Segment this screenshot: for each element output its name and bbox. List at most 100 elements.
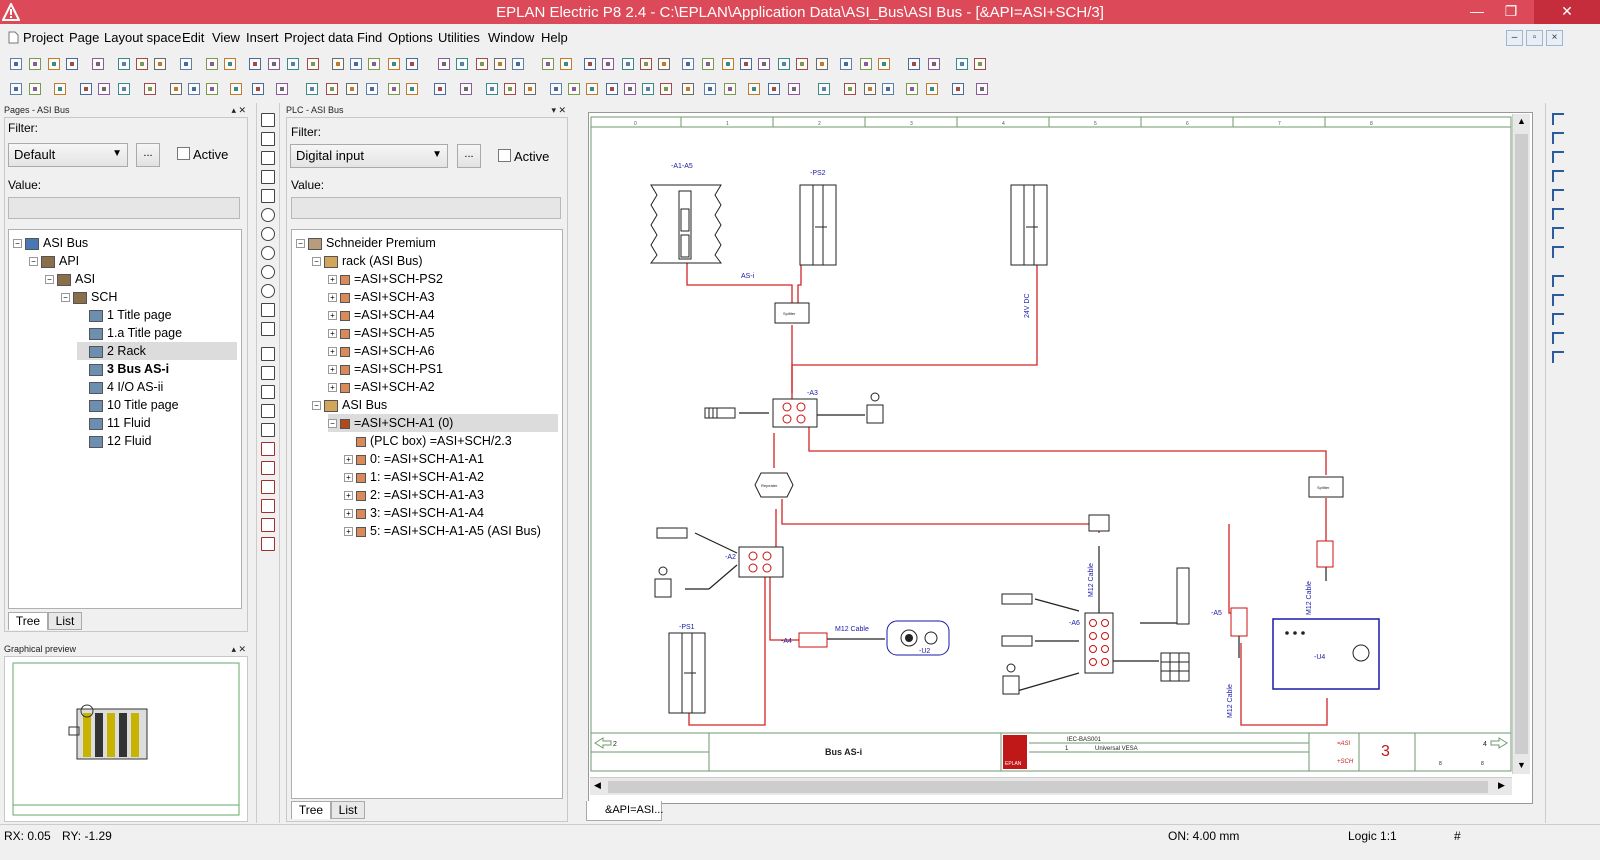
pages-active-checkbox[interactable] (177, 147, 190, 160)
toolbar-button[interactable] (814, 56, 830, 72)
pages-filter-dots-button[interactable]: ... (136, 143, 160, 167)
pages-tree-item[interactable]: − API (29, 252, 79, 270)
toolbar-button[interactable] (926, 56, 942, 72)
toolbar-button[interactable] (640, 81, 656, 97)
toolbar-button[interactable] (566, 81, 582, 97)
toolbar-button[interactable] (766, 81, 782, 97)
plc-tree-item[interactable]: +3: =ASI+SCH-A1-A4 (344, 504, 484, 522)
tab-pages-tree[interactable]: Tree (8, 612, 48, 630)
scroll-down-icon[interactable]: ▼ (1517, 760, 1526, 770)
toolbar-button[interactable] (548, 81, 564, 97)
toolbar-button[interactable] (540, 56, 556, 72)
toolbar-button[interactable] (622, 81, 638, 97)
menu-page[interactable]: Page (69, 30, 99, 45)
toolbar-button[interactable] (658, 81, 674, 97)
toolbar-button[interactable] (858, 56, 874, 72)
toolbar-button[interactable] (746, 81, 762, 97)
pages-tree-item[interactable]: − SCH (61, 288, 117, 306)
plc-active-checkbox[interactable] (498, 149, 511, 162)
toolbar-button[interactable] (502, 81, 518, 97)
expand-icon[interactable]: + (328, 365, 337, 375)
device-ps2[interactable] (799, 184, 837, 266)
menu-insert[interactable]: Insert (246, 30, 279, 45)
toolbar-button[interactable] (600, 56, 616, 72)
t-connector[interactable] (1088, 514, 1110, 532)
toolbar-button[interactable] (522, 81, 538, 97)
expand-icon[interactable]: + (344, 509, 353, 519)
toolbar-button[interactable] (304, 81, 320, 97)
drawing-tool-button[interactable] (261, 246, 275, 260)
toolbar-button[interactable] (364, 81, 380, 97)
toolbar-button[interactable] (52, 81, 68, 97)
module-a2[interactable] (738, 546, 784, 578)
toolbar-button[interactable] (366, 56, 382, 72)
scroll-right-icon[interactable]: ▶ (1498, 780, 1505, 791)
toolbar-button[interactable] (348, 56, 364, 72)
connection-symbol-button[interactable] (1552, 294, 1564, 306)
device-ps1[interactable] (668, 632, 706, 714)
expand-icon[interactable]: + (328, 311, 337, 321)
drawing-tool-button[interactable] (261, 170, 275, 184)
toolbar-button[interactable] (27, 81, 43, 97)
toolbar-button[interactable] (458, 81, 474, 97)
menu-utilities[interactable]: Utilities (438, 30, 480, 45)
toolbar-button[interactable] (266, 56, 282, 72)
pages-tree-item[interactable]: 10 Title page (77, 396, 179, 414)
drawing-tool-button[interactable] (261, 537, 275, 551)
menu-edit[interactable]: Edit (182, 30, 204, 45)
toolbar-button[interactable] (656, 56, 672, 72)
mdi-restore-button[interactable]: ▫ (1526, 30, 1543, 46)
toolbar-button[interactable] (880, 81, 896, 97)
connection-symbol-button[interactable] (1552, 351, 1564, 363)
toolbar-button[interactable] (474, 56, 490, 72)
drawing-tool-button[interactable] (261, 404, 275, 418)
expand-icon[interactable]: + (344, 527, 353, 537)
collapse-icon[interactable]: − (29, 257, 38, 267)
device-u2[interactable] (886, 620, 950, 656)
toolbar-button[interactable] (250, 81, 266, 97)
toolbar-button[interactable] (305, 56, 321, 72)
collapse-icon[interactable]: − (45, 275, 54, 285)
plc-tree-item[interactable]: +0: =ASI+SCH-A1-A1 (344, 450, 484, 468)
connection-symbol-button[interactable] (1552, 332, 1564, 344)
toolbar-button[interactable] (620, 56, 636, 72)
connection-symbol-button[interactable] (1552, 170, 1564, 182)
collapse-icon[interactable]: − (328, 419, 337, 429)
plc-tree-item[interactable]: − ASI Bus (312, 396, 387, 414)
menu-find[interactable]: Find (357, 30, 382, 45)
toolbar-button[interactable] (816, 81, 832, 97)
toolbar-button[interactable] (680, 81, 696, 97)
toolbar-button[interactable] (386, 56, 402, 72)
tab-pages-list[interactable]: List (48, 612, 82, 630)
toolbar-button[interactable] (862, 81, 878, 97)
collapse-icon[interactable]: − (312, 257, 321, 267)
plc-tree-item[interactable]: +5: =ASI+SCH-A1-A5 (ASI Bus) (344, 522, 541, 540)
toolbar-button[interactable] (722, 81, 738, 97)
plc-tree-item[interactable]: + =ASI+SCH-A2 (328, 378, 435, 396)
pushbutton-a6[interactable] (1002, 663, 1020, 695)
plc-tree-item[interactable]: + =ASI+SCH-A5 (328, 324, 435, 342)
mdi-close-button[interactable]: × (1546, 30, 1563, 46)
toolbar-button[interactable] (454, 56, 470, 72)
drawing-tool-button[interactable] (261, 385, 275, 399)
toolbar-button[interactable] (700, 56, 716, 72)
plc-tree-item[interactable]: + =ASI+SCH-PS2 (328, 270, 443, 288)
drawing-tool-button[interactable] (261, 347, 275, 361)
menu-help[interactable]: Help (541, 30, 568, 45)
toolbar-button[interactable] (247, 56, 263, 72)
maximize-button[interactable]: ❐ (1494, 0, 1528, 24)
toolbar-button[interactable] (178, 56, 194, 72)
toolbar-button[interactable] (680, 56, 696, 72)
toolbar-button[interactable] (786, 81, 802, 97)
drawing-tool-button[interactable] (261, 284, 275, 298)
pages-tree-item[interactable]: 1.a Title page (77, 324, 182, 342)
toolbar-button[interactable] (404, 56, 420, 72)
toolbar-button[interactable] (78, 81, 94, 97)
toolbar-button[interactable] (492, 56, 508, 72)
toolbar-button[interactable] (974, 81, 990, 97)
minimize-button[interactable]: — (1460, 0, 1494, 24)
connection-symbol-button[interactable] (1552, 208, 1564, 220)
toolbar-button[interactable] (510, 56, 526, 72)
pushbutton-a3[interactable] (866, 392, 884, 424)
toolbar-button[interactable] (972, 56, 988, 72)
